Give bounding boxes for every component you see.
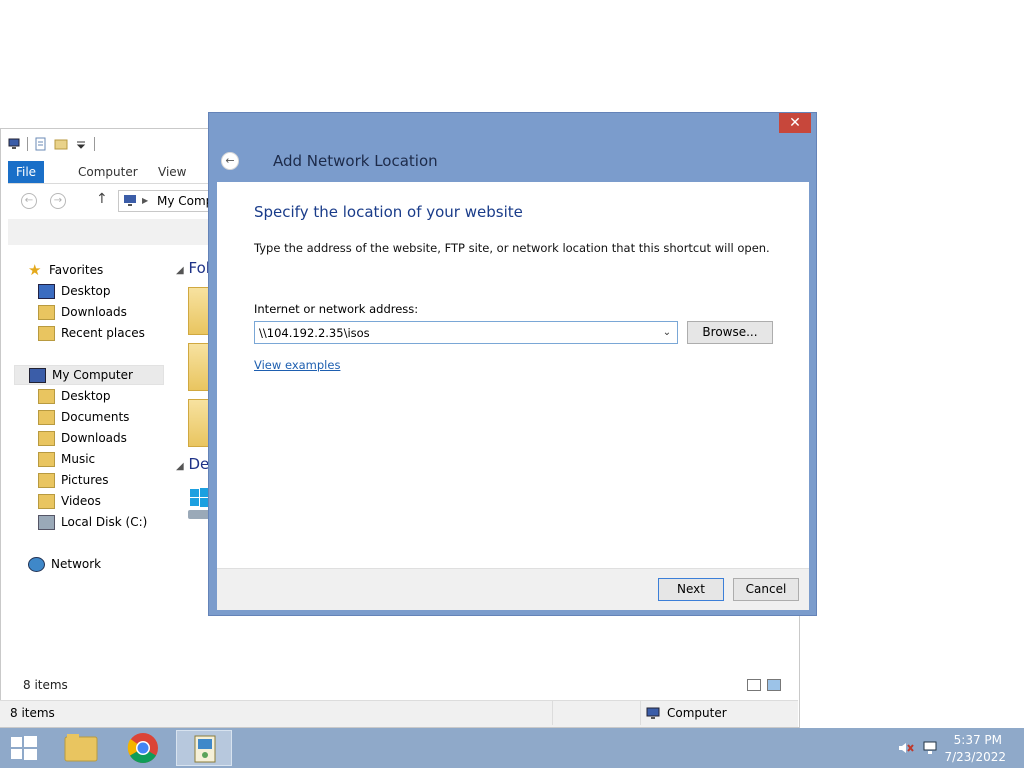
toolbar-divider — [27, 137, 28, 151]
properties-icon[interactable] — [34, 137, 48, 151]
details-view-icon[interactable] — [747, 679, 761, 691]
taskbar-active-app[interactable] — [176, 730, 232, 766]
status-bar: 8 items Computer — [0, 700, 798, 727]
page-description: Type the address of the website, FTP sit… — [254, 241, 770, 255]
address-combobox[interactable]: ⌄ — [254, 321, 678, 344]
status-location: Computer — [646, 706, 727, 720]
documents-folder-icon — [38, 409, 55, 425]
nav-my-computer[interactable]: My Computer — [14, 365, 164, 385]
hard-drive-icon — [38, 514, 55, 530]
navigation-pane: ★ Favorites Desktop Downloads Recent pla… — [8, 257, 168, 677]
downloads-folder-icon — [38, 430, 55, 446]
folder-icon — [64, 734, 98, 762]
breadcrumb[interactable]: My Comp — [157, 194, 213, 208]
large-icons-view-icon[interactable] — [767, 679, 781, 691]
new-folder-icon[interactable] — [54, 137, 68, 151]
chrome-icon — [127, 733, 158, 764]
back-icon[interactable]: ← — [21, 193, 37, 209]
close-button[interactable]: ✕ — [779, 113, 811, 133]
computer-icon — [124, 195, 136, 206]
next-button[interactable]: Next — [658, 578, 724, 601]
view-toggles — [747, 679, 781, 691]
videos-folder-icon — [38, 493, 55, 509]
network-location-icon — [194, 735, 216, 763]
clock-date[interactable]: 7/23/2022 — [940, 750, 1006, 764]
toolbar-divider — [94, 137, 95, 151]
pictures-folder-icon — [38, 472, 55, 488]
address-input[interactable] — [255, 322, 659, 343]
taskbar: 5:37 PM 7/23/2022 — [0, 728, 1024, 768]
computer-icon — [8, 138, 20, 149]
chevron-down-icon[interactable]: ⌄ — [659, 322, 675, 343]
music-folder-icon — [38, 451, 55, 467]
group-header-folders[interactable]: ◢ Fol — [176, 259, 210, 277]
taskbar-chrome[interactable] — [115, 730, 171, 766]
nav-videos[interactable]: Videos — [38, 491, 101, 511]
dialog-title: Add Network Location — [273, 152, 438, 170]
forward-icon[interactable]: → — [50, 193, 66, 209]
back-arrow-icon[interactable]: ← — [221, 152, 239, 170]
cancel-button[interactable]: Cancel — [733, 578, 799, 601]
computer-icon — [29, 367, 46, 383]
nav-fav-downloads[interactable]: Downloads — [38, 302, 127, 322]
volume-muted-icon[interactable] — [898, 741, 914, 755]
windows-start-icon[interactable] — [10, 735, 38, 761]
nav-desktop[interactable]: Desktop — [38, 386, 111, 406]
view-examples-link[interactable]: View examples — [254, 358, 340, 372]
downloads-folder-icon — [38, 304, 55, 320]
dialog-footer: Next Cancel — [217, 568, 809, 610]
up-arrow-icon[interactable]: ↑ — [96, 191, 108, 207]
nav-pictures[interactable]: Pictures — [38, 470, 109, 490]
nav-fav-desktop[interactable]: Desktop — [38, 281, 111, 301]
page-heading: Specify the location of your website — [254, 203, 523, 221]
dialog-body: Specify the location of your website Typ… — [217, 182, 809, 568]
desktop-icon — [38, 388, 55, 404]
group-header-devices[interactable]: ◢ De — [176, 455, 209, 473]
nav-music[interactable]: Music — [38, 449, 95, 469]
network-tray-icon[interactable] — [922, 740, 938, 756]
recent-places-icon — [38, 325, 55, 341]
browse-button[interactable]: Browse... — [687, 321, 773, 344]
address-bar[interactable]: ▶ My Comp — [118, 190, 218, 212]
network-icon — [28, 556, 45, 572]
tab-file[interactable]: File — [8, 161, 44, 183]
collapse-arrow-icon[interactable]: ◢ — [176, 461, 184, 472]
customize-dropdown-icon[interactable] — [74, 137, 88, 151]
quick-access-toolbar — [7, 135, 95, 153]
status-divider — [640, 701, 641, 725]
star-icon: ★ — [28, 260, 42, 279]
clock-time[interactable]: 5:37 PM — [940, 733, 1002, 747]
computer-icon — [646, 707, 660, 719]
taskbar-file-explorer[interactable] — [53, 730, 109, 766]
nav-downloads[interactable]: Downloads — [38, 428, 127, 448]
tab-computer[interactable]: Computer — [68, 161, 148, 183]
item-count: 8 items — [23, 678, 68, 692]
nav-documents[interactable]: Documents — [38, 407, 129, 427]
add-network-location-dialog: ✕ ← Add Network Location Specify the loc… — [208, 112, 817, 616]
status-item-count: 8 items — [10, 706, 55, 720]
nav-favorites[interactable]: ★ Favorites — [28, 260, 103, 280]
nav-local-disk[interactable]: Local Disk (C:) — [38, 512, 147, 532]
desktop-icon — [38, 283, 55, 299]
breadcrumb-chevron-icon[interactable]: ▶ — [142, 191, 148, 211]
status-divider — [552, 701, 553, 725]
nav-fav-recent[interactable]: Recent places — [38, 323, 145, 343]
tab-view[interactable]: View — [148, 161, 196, 183]
collapse-arrow-icon[interactable]: ◢ — [176, 265, 184, 276]
nav-network[interactable]: Network — [28, 554, 101, 574]
address-label: Internet or network address: — [254, 302, 419, 316]
